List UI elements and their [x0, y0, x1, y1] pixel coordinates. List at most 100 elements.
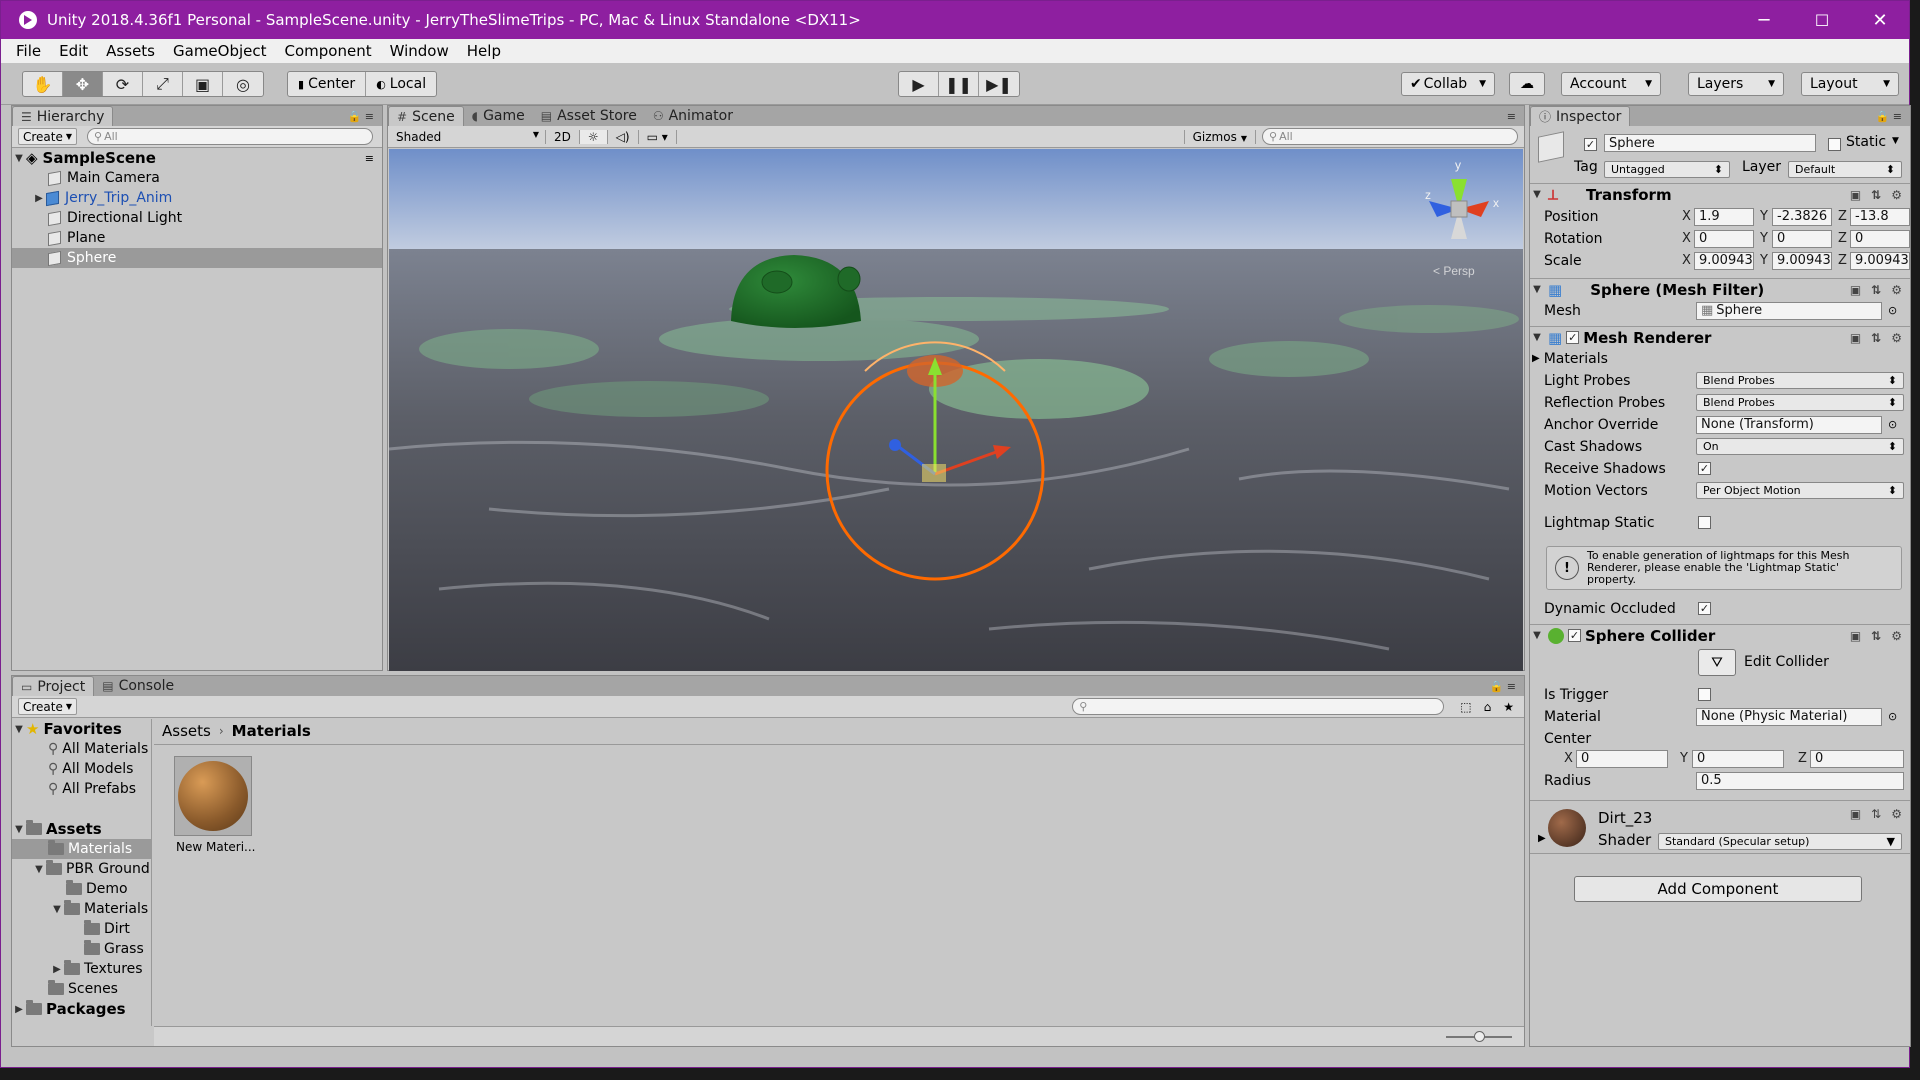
rotate-tool-icon[interactable]: ⟳ — [103, 72, 143, 96]
scene-root[interactable]: ▼ ◈ SampleScene ≡ — [12, 148, 382, 168]
hierarchy-item[interactable]: Directional Light — [12, 208, 382, 228]
pivot-center-button[interactable]: ▮ Center — [288, 72, 367, 96]
transform-header[interactable]: ▼ ⟂ Transform ▣ ⇅ ⚙ — [1530, 183, 1910, 205]
filter-label-icon[interactable]: ⌂ — [1484, 700, 1492, 714]
material-asset-thumbnail[interactable] — [174, 756, 252, 836]
maximize-button[interactable]: ☐ — [1793, 1, 1851, 39]
audio-toggle-icon[interactable]: ◁) — [608, 129, 639, 144]
folder-item[interactable]: ▶ Packages — [12, 999, 151, 1019]
effects-dropdown-icon[interactable]: ▭ ▾ — [639, 129, 677, 144]
rect-tool-icon[interactable]: ▣ — [183, 72, 223, 96]
close-button[interactable]: ✕ — [1851, 1, 1909, 39]
menu-file[interactable]: File — [1, 42, 50, 60]
menu-gameobject[interactable]: GameObject — [164, 42, 276, 60]
sphere-collider-header[interactable]: ▼ ✓ Sphere Collider ▣ ⇅ ⚙ — [1530, 624, 1910, 646]
fold-arrow-icon[interactable]: ▶ — [1538, 833, 1546, 844]
rotation-y-field[interactable]: 0 — [1772, 229, 1832, 248]
folder-item[interactable]: ▶ Textures — [12, 959, 151, 979]
folder-item[interactable]: ▼ PBR Ground — [12, 859, 151, 879]
preset-icon[interactable]: ⇅ — [1871, 331, 1881, 345]
physic-material-field[interactable]: None (Physic Material) — [1696, 707, 1882, 726]
center-y-field[interactable]: 0 — [1692, 749, 1784, 768]
help-icon[interactable]: ▣ — [1850, 807, 1861, 821]
tab-asset-store[interactable]: ▤ Asset Store — [533, 106, 645, 126]
help-icon[interactable]: ▣ — [1850, 331, 1861, 345]
hierarchy-search-input[interactable]: ⚲ All — [87, 128, 374, 145]
panel-menu-icon[interactable]: 🔒 ≡ — [1876, 110, 1902, 123]
materials-row[interactable]: ▶ Materials — [1532, 348, 1892, 369]
expand-arrow-icon[interactable]: ▼ — [50, 904, 64, 915]
move-gizmo-z-arrow[interactable] — [889, 439, 901, 451]
preset-icon[interactable]: ⇅ — [1871, 807, 1881, 821]
active-checkbox[interactable]: ✓ — [1584, 138, 1597, 151]
folder-item[interactable]: ▼ Materials — [12, 899, 151, 919]
pause-button-icon[interactable]: ❚❚ — [939, 72, 979, 96]
fold-arrow-icon[interactable]: ▼ — [1530, 189, 1544, 200]
scene-menu-icon[interactable]: ≡ — [365, 152, 374, 165]
expand-arrow-icon[interactable]: ▼ — [32, 864, 46, 875]
favorite-item[interactable]: ⚲ All Models — [12, 759, 151, 779]
collab-dropdown[interactable]: ✔ Collab ▼ — [1401, 72, 1495, 96]
scale-x-field[interactable]: 9.00943 — [1694, 251, 1754, 270]
cloud-button[interactable]: ☁ — [1509, 72, 1545, 96]
menu-component[interactable]: Component — [276, 42, 381, 60]
account-dropdown[interactable]: Account ▼ — [1561, 72, 1661, 96]
hierarchy-item[interactable]: Sphere — [12, 248, 382, 268]
panel-menu-icon[interactable]: ≡ — [1507, 110, 1516, 123]
fold-arrow-icon[interactable]: ▼ — [1530, 284, 1544, 295]
tab-console[interactable]: ▤ Console — [94, 676, 182, 696]
motion-vectors-dropdown[interactable]: Per Object Motion ⬍ — [1696, 482, 1904, 499]
menu-help[interactable]: Help — [458, 42, 510, 60]
scene-search-input[interactable]: ⚲ All — [1262, 128, 1518, 145]
expand-arrow-icon[interactable]: ▼ — [12, 153, 26, 164]
layers-dropdown[interactable]: Layers ▼ — [1688, 72, 1784, 96]
folder-item[interactable]: Demo — [12, 879, 151, 899]
breadcrumb-assets[interactable]: Assets — [162, 722, 211, 740]
add-component-button[interactable]: Add Component — [1574, 876, 1862, 902]
receive-shadows-checkbox[interactable]: ✓ — [1698, 462, 1711, 475]
tab-project[interactable]: ▭ Project — [12, 676, 95, 696]
fold-arrow-icon[interactable]: ▼ — [1530, 630, 1544, 641]
anchor-override-field[interactable]: None (Transform) — [1696, 415, 1882, 434]
menu-assets[interactable]: Assets — [97, 42, 164, 60]
minimize-button[interactable]: ─ — [1735, 1, 1793, 39]
filter-type-icon[interactable]: ⬚ — [1460, 700, 1471, 714]
radius-field[interactable]: 0.5 — [1696, 771, 1904, 790]
light-probes-dropdown[interactable]: Blend Probes ⬍ — [1696, 372, 1904, 389]
tab-game[interactable]: ◖ Game — [464, 106, 533, 126]
hierarchy-item[interactable]: Plane — [12, 228, 382, 248]
zoom-slider-thumb[interactable] — [1474, 1031, 1485, 1042]
layout-dropdown[interactable]: Layout ▼ — [1801, 72, 1899, 96]
dynamic-occluded-checkbox[interactable]: ✓ — [1698, 602, 1711, 615]
collapsed-arrow-icon[interactable]: ▶ — [12, 1004, 26, 1015]
hand-tool-icon[interactable]: ✋ — [23, 72, 63, 96]
folder-item[interactable]: Materials — [12, 839, 151, 859]
material-asset-label[interactable]: New Materi... — [176, 840, 256, 854]
mesh-renderer-enabled-checkbox[interactable]: ✓ — [1566, 331, 1580, 344]
position-z-field[interactable]: -13.8 — [1850, 207, 1910, 226]
play-button-icon[interactable]: ▶ — [899, 72, 939, 96]
gizmos-dropdown[interactable]: Gizmos ▼ — [1183, 129, 1256, 144]
2d-toggle[interactable]: 2D — [546, 129, 580, 144]
favorite-item[interactable]: ⚲ All Prefabs — [12, 779, 151, 799]
settings-gear-icon[interactable]: ⚙ — [1891, 807, 1902, 821]
sphere-collider-enabled-checkbox[interactable]: ✓ — [1568, 629, 1581, 642]
fold-arrow-icon[interactable]: ▶ — [1532, 353, 1540, 364]
persp-label[interactable]: < Persp — [1433, 264, 1475, 278]
hierarchy-item[interactable]: Main Camera — [12, 168, 382, 188]
menu-window[interactable]: Window — [381, 42, 458, 60]
rotation-x-field[interactable]: 0 — [1694, 229, 1754, 248]
object-name-field[interactable]: Sphere — [1604, 134, 1816, 152]
help-icon[interactable]: ▣ — [1850, 188, 1861, 202]
expand-arrow-icon[interactable]: ▼ — [12, 824, 26, 835]
is-trigger-checkbox[interactable] — [1698, 688, 1711, 701]
scale-tool-icon[interactable]: ⤢ — [143, 72, 183, 96]
center-x-field[interactable]: 0 — [1576, 749, 1668, 768]
scale-z-field[interactable]: 9.00943 — [1850, 251, 1910, 270]
lighting-toggle-icon[interactable]: ☼ — [579, 129, 608, 144]
settings-gear-icon[interactable]: ⚙ — [1891, 331, 1902, 345]
transform-tool-icon[interactable]: ◎ — [223, 72, 263, 96]
help-icon[interactable]: ▣ — [1850, 629, 1861, 643]
rotation-z-field[interactable]: 0 — [1850, 229, 1910, 248]
folder-item[interactable]: ▼ Assets — [12, 819, 151, 839]
